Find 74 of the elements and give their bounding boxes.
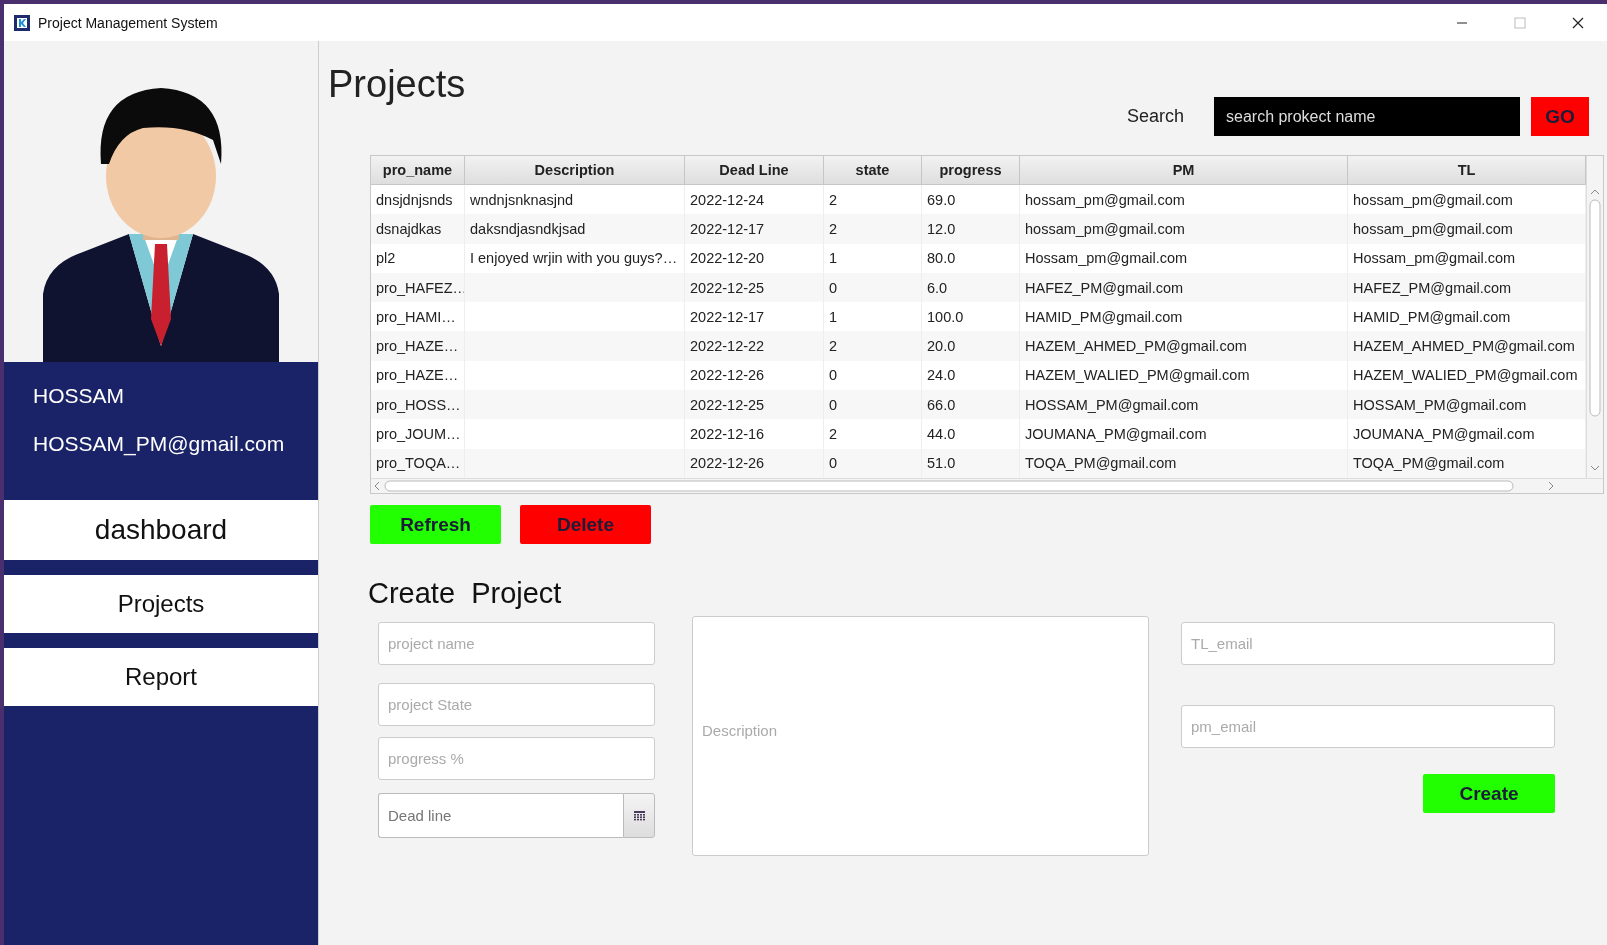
- table-cell: HAFEZ_PM@gmail.com: [1020, 272, 1348, 303]
- table-cell: 2022-12-16: [685, 419, 824, 449]
- table-cell: 0: [824, 390, 922, 420]
- date-field[interactable]: Dead line: [378, 793, 623, 838]
- column-header[interactable]: state: [824, 156, 922, 185]
- table-cell: 44.0: [922, 419, 1020, 449]
- search-field[interactable]: search prokect name: [1214, 97, 1520, 136]
- table-cell: HAZEM_AHMED_PM@gmail.com: [1020, 331, 1348, 361]
- column-header[interactable]: Dead Line: [685, 156, 824, 185]
- search-label: Search: [1126, 106, 1184, 127]
- table-cell: pro_JOUM…: [371, 419, 465, 449]
- input-field[interactable]: project name: [378, 622, 655, 665]
- table-cell: 66.0: [922, 390, 1020, 420]
- table-cell: 2022-12-25: [685, 272, 824, 303]
- table-cell: 12.0: [922, 214, 1020, 244]
- table-cell: 1: [824, 243, 922, 273]
- table-cell: hossam_pm@gmail.com: [1020, 214, 1348, 244]
- table-cell: dsnajdkas: [371, 214, 465, 244]
- vertical-scrollbar[interactable]: [1586, 156, 1603, 478]
- horizontal-scrollbar[interactable]: [371, 478, 1603, 493]
- table-cell: HAZEM_AHMED_PM@gmail.com: [1348, 331, 1586, 361]
- user-email: HOSSAM_PM@gmail.com: [33, 432, 286, 456]
- table-cell: 2: [824, 331, 922, 361]
- table-cell: 6.0: [922, 272, 1020, 303]
- user-name: HOSSAM: [33, 384, 125, 408]
- table-cell: pro_HAZE…: [371, 331, 465, 361]
- page-title: Projects: [328, 63, 466, 106]
- calendar-icon[interactable]: [633, 810, 645, 821]
- table-cell: 2022-12-20: [685, 243, 824, 273]
- table-cell: 80.0: [922, 243, 1020, 273]
- column-header[interactable]: pro_name: [371, 156, 465, 185]
- table-cell: 2022-12-17: [685, 214, 824, 244]
- table-cell: 2: [824, 214, 922, 244]
- table-cell: pro_HOSS…: [371, 390, 465, 420]
- column-header[interactable]: PM: [1020, 156, 1348, 185]
- column-header[interactable]: Description: [465, 156, 685, 185]
- input-field[interactable]: progress %: [378, 737, 655, 780]
- table-cell: JOUMANA_PM@gmail.com: [1020, 419, 1348, 449]
- nav-button[interactable]: Projects: [4, 575, 318, 633]
- table-cell: 0: [824, 448, 922, 478]
- window-title: Project Management System: [38, 14, 218, 31]
- table-cell: HOSSAM_PM@gmail.com: [1020, 390, 1348, 420]
- table-cell: 20.0: [922, 331, 1020, 361]
- table-cell: I enjoyed wrjin with you guys?…: [465, 243, 685, 273]
- go-button[interactable]: GO: [1531, 97, 1589, 136]
- nav-button[interactable]: Report: [4, 648, 318, 706]
- table-cell: HAFEZ_PM@gmail.com: [1348, 272, 1586, 303]
- nav-button[interactable]: dashboard: [4, 500, 318, 560]
- delete-button[interactable]: Delete: [520, 505, 651, 544]
- table-cell: 2: [824, 419, 922, 449]
- table-cell: daksndjasndkjsad: [465, 214, 685, 244]
- refresh-button[interactable]: Refresh: [370, 505, 501, 544]
- table-cell: Hossam_pm@gmail.com: [1020, 243, 1348, 273]
- description-field[interactable]: Description: [692, 616, 1149, 856]
- input-field[interactable]: project State: [378, 683, 655, 726]
- column-header[interactable]: progress: [922, 156, 1020, 185]
- input-field[interactable]: TL_email: [1181, 622, 1555, 665]
- column-header[interactable]: TL: [1348, 156, 1586, 185]
- table-cell: pro_TOQA…: [371, 448, 465, 478]
- table-cell: 2022-12-22: [685, 331, 824, 361]
- table-cell: TOQA_PM@gmail.com: [1020, 448, 1348, 478]
- table-cell: hossam_pm@gmail.com: [1348, 214, 1586, 244]
- table-cell: 51.0: [922, 448, 1020, 478]
- create-button[interactable]: Create: [1423, 774, 1555, 813]
- table-cell: 2022-12-26: [685, 448, 824, 478]
- table-cell: pl2: [371, 243, 465, 273]
- input-field[interactable]: pm_email: [1181, 705, 1555, 748]
- table-cell: 0: [824, 272, 922, 303]
- table-cell: 2022-12-25: [685, 390, 824, 420]
- table-cell: TOQA_PM@gmail.com: [1348, 448, 1586, 478]
- close-icon[interactable]: [1572, 16, 1584, 29]
- app-icon: [14, 14, 30, 31]
- section-title: Create Project: [368, 577, 563, 610]
- table-cell: HOSSAM_PM@gmail.com: [1348, 390, 1586, 420]
